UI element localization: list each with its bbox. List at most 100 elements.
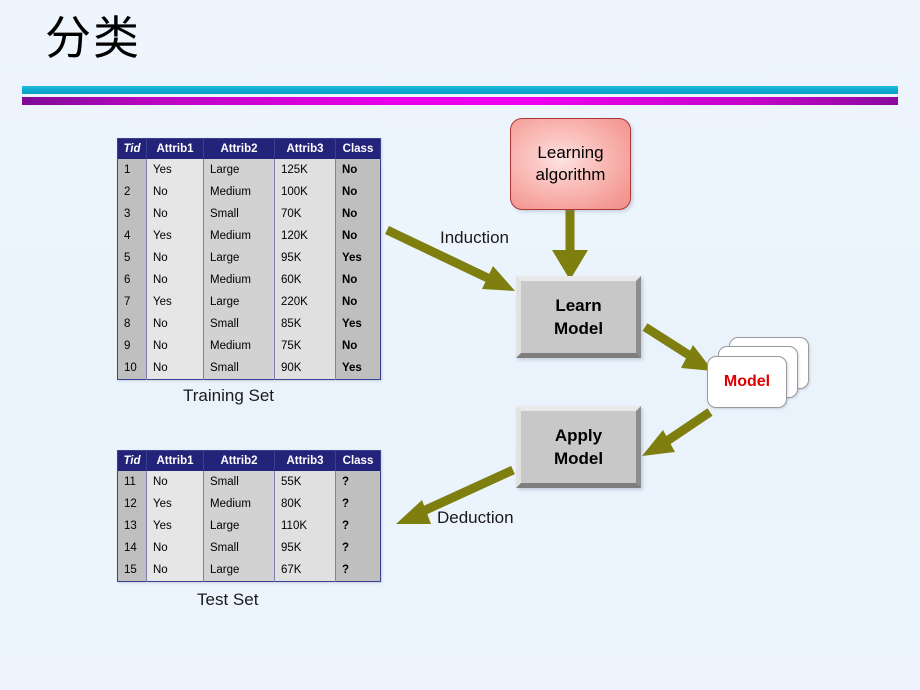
learn-model-box: Learn Model	[516, 276, 641, 358]
cell-attrib2: Small	[203, 471, 275, 493]
cell-attrib2: Medium	[203, 269, 275, 291]
table-row: 5 No Large 95K Yes	[117, 247, 381, 269]
induction-arrow-label: Induction	[440, 228, 509, 247]
learning-algorithm-line1: Learning	[537, 143, 604, 162]
cell-attrib1: Yes	[146, 291, 204, 313]
training-set-caption: Training Set	[183, 386, 275, 405]
cell-tid: 7	[117, 291, 147, 313]
table-row: 8 No Small 85K Yes	[117, 313, 381, 335]
cell-class: No	[335, 203, 381, 225]
learn-to-model-arrow	[642, 323, 713, 371]
cell-attrib3: 60K	[274, 269, 336, 291]
cell-tid: 6	[117, 269, 147, 291]
cell-tid: 4	[117, 225, 147, 247]
cell-class: No	[335, 291, 381, 313]
deduction-arrow-label: Deduction	[437, 508, 514, 527]
column-header-class: Class	[335, 138, 381, 159]
model-stack: Model	[707, 337, 812, 409]
cell-tid: 2	[117, 181, 147, 203]
cell-attrib2: Medium	[203, 335, 275, 357]
cell-tid: 9	[117, 335, 147, 357]
table-row: 2 No Medium 100K No	[117, 181, 381, 203]
cell-attrib2: Medium	[203, 225, 275, 247]
table-row: 10 No Small 90K Yes	[117, 357, 381, 380]
cell-attrib1: No	[146, 357, 204, 380]
cell-class: ?	[335, 537, 381, 559]
cell-attrib2: Small	[203, 313, 275, 335]
table-row: 6 No Medium 60K No	[117, 269, 381, 291]
table-row: 14 No Small 95K?	[117, 537, 381, 559]
apply-model-box: Apply Model	[516, 406, 641, 488]
model-card-front: Model	[707, 356, 787, 408]
table-row: 9 No Medium 75K No	[117, 335, 381, 357]
cell-attrib3: 55K	[274, 471, 336, 493]
test-set-table: Tid Attrib1 Attrib2 Attrib3 Class 11 No Sm…	[117, 450, 381, 582]
model-label: Model	[723, 373, 771, 390]
cell-attrib1: No	[146, 181, 204, 203]
cell-attrib3: 110K	[274, 515, 336, 537]
cell-class: No	[335, 159, 381, 181]
column-header-class: Class	[335, 450, 381, 471]
cell-attrib2: Small	[203, 357, 275, 380]
cell-tid: 8	[117, 313, 147, 335]
slide-canvas: 分类 Tid Attrib1 Attrib2 Attrib3 Class 1 Ye…	[0, 0, 920, 690]
cell-tid: 1	[117, 159, 147, 181]
cell-attrib2: Large	[203, 247, 275, 269]
learning-algorithm-arrow	[552, 207, 588, 280]
cell-attrib1: Yes	[146, 493, 204, 515]
cell-attrib3: 95K	[274, 247, 336, 269]
cell-tid: 13	[117, 515, 147, 537]
cell-class: No	[335, 225, 381, 247]
learn-model-line2: Model	[553, 319, 604, 338]
cell-class: Yes	[335, 357, 381, 380]
column-header-attrib1: Attrib1	[146, 138, 204, 159]
cell-attrib1: No	[146, 559, 204, 582]
cell-class: ?	[335, 471, 381, 493]
cell-attrib2: Medium	[203, 181, 275, 203]
cell-tid: 10	[117, 357, 147, 380]
table-row: 11 No Small 55K?	[117, 471, 381, 493]
cell-attrib1: No	[146, 269, 204, 291]
page-title: 分类	[45, 11, 141, 65]
cell-attrib3: 70K	[274, 203, 336, 225]
cell-attrib1: Yes	[146, 225, 204, 247]
cell-attrib3: 80K	[274, 493, 336, 515]
table-header-row: Tid Attrib1 Attrib2 Attrib3 Class	[117, 450, 381, 471]
cell-tid: 3	[117, 203, 147, 225]
apply-model-line1: Apply	[554, 426, 603, 445]
cell-tid: 14	[117, 537, 147, 559]
cell-attrib1: No	[146, 471, 204, 493]
learning-algorithm-line2: algorithm	[535, 165, 606, 184]
table-row: 13 Yes Large 110K?	[117, 515, 381, 537]
column-header-attrib3: Attrib3	[274, 450, 336, 471]
column-header-attrib1: Attrib1	[146, 450, 204, 471]
cell-attrib3: 75K	[274, 335, 336, 357]
column-header-attrib3: Attrib3	[274, 138, 336, 159]
table-row: 1 Yes Large 125K No	[117, 159, 381, 181]
cell-attrib2: Large	[203, 291, 275, 313]
cell-attrib3: 100K	[274, 181, 336, 203]
table-row: 4 Yes Medium 120K No	[117, 225, 381, 247]
training-set-table: Tid Attrib1 Attrib2 Attrib3 Class 1 Yes La…	[117, 138, 381, 380]
cell-tid: 12	[117, 493, 147, 515]
cell-attrib1: No	[146, 313, 204, 335]
cell-attrib1: No	[146, 537, 204, 559]
cell-attrib3: 67K	[274, 559, 336, 582]
column-header-attrib2: Attrib2	[203, 450, 275, 471]
cell-attrib3: 90K	[274, 357, 336, 380]
table-row: 3 No Small 70K No	[117, 203, 381, 225]
learning-algorithm-box: Learning algorithm	[510, 118, 631, 210]
divider-bar-magenta	[22, 97, 898, 105]
cell-attrib1: No	[146, 203, 204, 225]
cell-class: ?	[335, 515, 381, 537]
cell-attrib1: No	[146, 335, 204, 357]
cell-attrib2: Large	[203, 559, 275, 582]
divider-bar-cyan	[22, 86, 898, 94]
cell-tid: 15	[117, 559, 147, 582]
table-row: 12 Yes Medium 80K?	[117, 493, 381, 515]
cell-class: ?	[335, 559, 381, 582]
cell-attrib3: 95K	[274, 537, 336, 559]
table-row: 7 Yes Large 220K No	[117, 291, 381, 313]
cell-attrib3: 85K	[274, 313, 336, 335]
cell-attrib2: Large	[203, 515, 275, 537]
